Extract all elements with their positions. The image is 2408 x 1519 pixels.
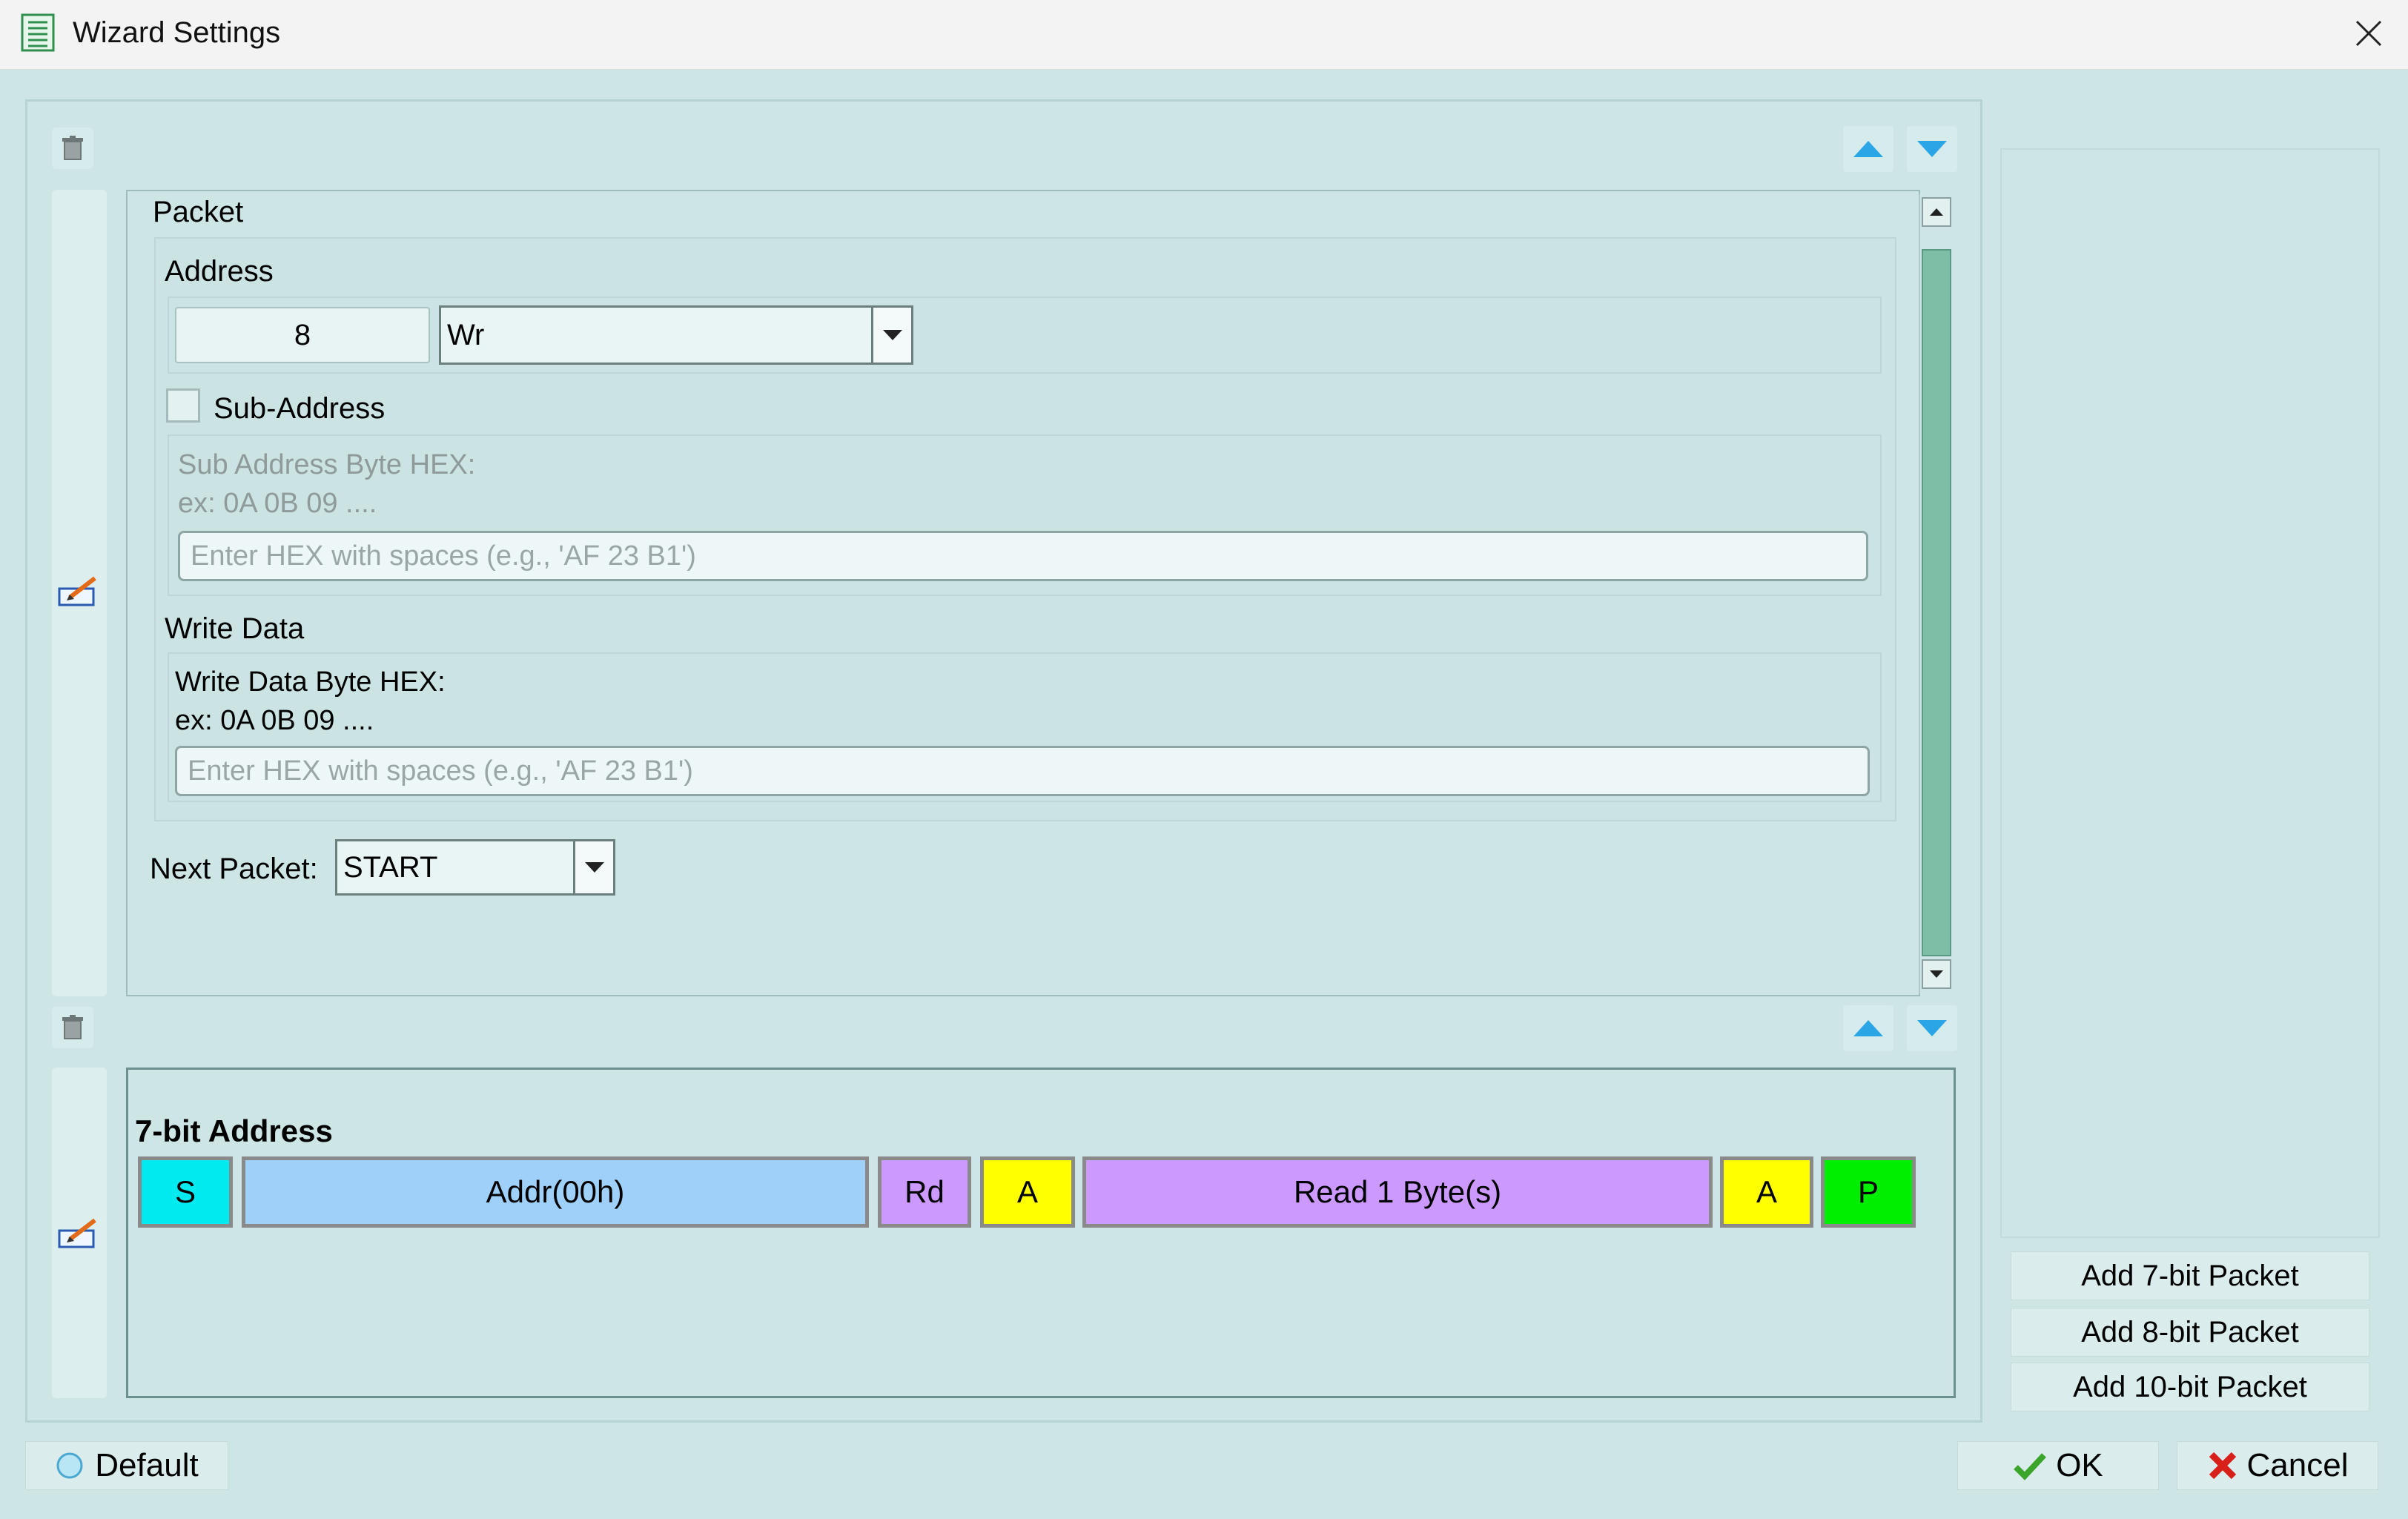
default-label: Default xyxy=(95,1447,199,1483)
sub-address-hex-input[interactable]: Enter HEX with spaces (e.g., 'AF 23 B1') xyxy=(178,531,1868,581)
add-10bit-packet-button[interactable]: Add 10-bit Packet xyxy=(2011,1363,2369,1412)
add-8bit-packet-button[interactable]: Add 8-bit Packet xyxy=(2011,1308,2369,1357)
triangle-up-icon xyxy=(1853,1020,1883,1036)
segment-ack: A xyxy=(1720,1156,1813,1228)
write-data-label: Write Data xyxy=(165,612,305,645)
write-data-hint-2: ex: 0A 0B 09 .... xyxy=(175,705,374,736)
close-icon xyxy=(2355,20,2382,47)
scroll-down-icon xyxy=(1930,970,1943,978)
segment-address: Addr(00h) xyxy=(242,1156,869,1228)
packet-2-title: 7-bit Address xyxy=(135,1113,333,1148)
triangle-down-icon xyxy=(1917,141,1947,157)
next-packet-label: Next Packet: xyxy=(150,853,318,885)
packet-palette-panel xyxy=(2000,148,2380,1238)
title-bar xyxy=(0,0,2408,70)
write-data-hint-1: Write Data Byte HEX: xyxy=(175,666,446,698)
packet-2-panel[interactable] xyxy=(126,1068,1956,1398)
write-data-hex-input[interactable]: Enter HEX with spaces (e.g., 'AF 23 B1') xyxy=(175,746,1870,796)
list-document-icon xyxy=(21,13,55,52)
address-label: Address xyxy=(165,255,274,288)
move-down-button[interactable] xyxy=(1907,126,1957,172)
address-mode-select[interactable]: Wr xyxy=(439,305,913,365)
segment-read-data: Read 1 Byte(s) xyxy=(1082,1156,1713,1228)
checkmark-icon xyxy=(2014,1453,2047,1480)
packet-title: Packet xyxy=(153,196,244,228)
delete-packet-2-button[interactable] xyxy=(52,1007,93,1048)
edit-packet-button[interactable] xyxy=(56,575,101,609)
edit-icon xyxy=(58,576,96,606)
add-7bit-packet-button[interactable]: Add 7-bit Packet xyxy=(2011,1251,2369,1300)
delete-packet-button[interactable] xyxy=(52,128,93,169)
edit-packet-2-button[interactable] xyxy=(56,1217,101,1251)
window-title: Wizard Settings xyxy=(73,16,281,49)
move-down-2-button[interactable] xyxy=(1907,1005,1957,1051)
scroll-down-button[interactable] xyxy=(1922,959,1951,989)
circle-icon xyxy=(56,1452,83,1479)
scroll-up-button[interactable] xyxy=(1922,197,1951,227)
address-input[interactable]: 8 xyxy=(175,307,430,363)
ok-label: OK xyxy=(2056,1447,2103,1483)
segment-read-write: Rd xyxy=(878,1156,971,1228)
cancel-label: Cancel xyxy=(2246,1447,2349,1483)
scroll-up-icon xyxy=(1930,208,1943,216)
move-up-button[interactable] xyxy=(1843,126,1893,172)
scrollbar-thumb[interactable] xyxy=(1922,249,1951,956)
sub-address-checkbox[interactable] xyxy=(166,388,200,423)
next-packet-select[interactable]: START xyxy=(335,839,615,896)
ok-button[interactable]: OK xyxy=(1957,1441,2159,1490)
segment-start: S xyxy=(138,1156,233,1228)
next-packet-value: START xyxy=(343,850,438,884)
chevron-down-icon xyxy=(871,308,911,363)
trash-icon xyxy=(62,136,83,160)
cancel-button[interactable]: Cancel xyxy=(2177,1441,2378,1490)
close-button[interactable] xyxy=(2335,7,2402,59)
red-x-icon xyxy=(2209,1452,2236,1480)
edit-icon xyxy=(58,1218,96,1248)
address-mode-value: Wr xyxy=(447,318,485,351)
triangle-up-icon xyxy=(1853,141,1883,157)
trash-icon xyxy=(62,1015,83,1039)
segment-ack: A xyxy=(980,1156,1075,1228)
triangle-down-icon xyxy=(1917,1020,1947,1036)
sub-address-label: Sub-Address xyxy=(214,392,386,425)
sub-address-hint-1: Sub Address Byte HEX: xyxy=(178,449,476,480)
default-button[interactable]: Default xyxy=(25,1441,228,1490)
chevron-down-icon xyxy=(573,841,613,893)
segment-stop: P xyxy=(1821,1156,1916,1228)
sub-address-hint-2: ex: 0A 0B 09 .... xyxy=(178,488,377,519)
move-up-2-button[interactable] xyxy=(1843,1005,1893,1051)
